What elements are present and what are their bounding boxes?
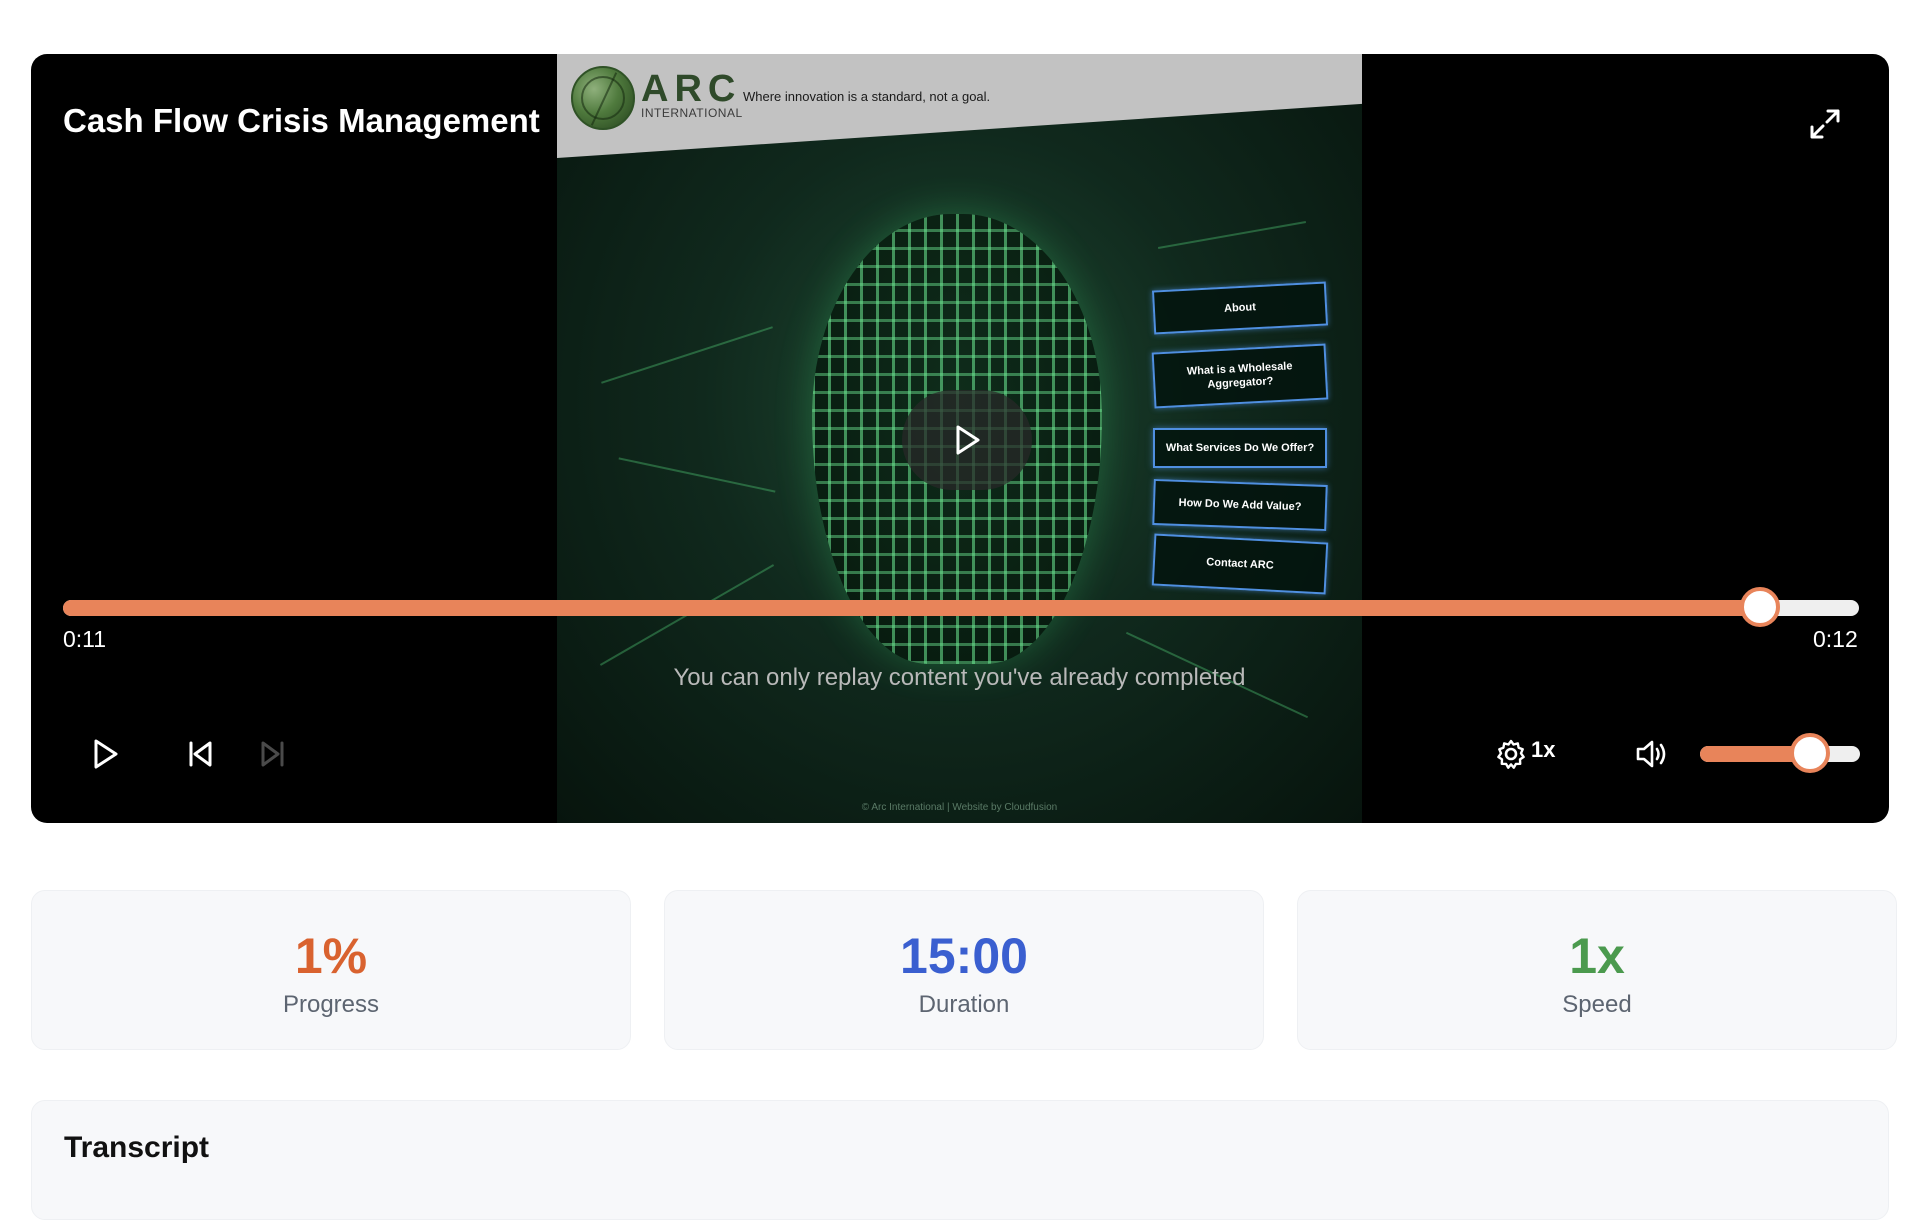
stat-value: 1% xyxy=(294,928,368,984)
play-icon xyxy=(956,425,980,455)
skip-back-icon xyxy=(189,741,212,767)
circuit-line xyxy=(601,326,773,384)
play-icon xyxy=(94,739,118,769)
replay-notice: You can only replay content you've alrea… xyxy=(673,664,1246,691)
previous-button[interactable] xyxy=(176,730,224,778)
circuit-line xyxy=(618,457,776,493)
logo-subtitle: INTERNATIONAL xyxy=(641,106,743,120)
stat-value: 15:00 xyxy=(900,928,1028,984)
expand-icon xyxy=(1810,109,1840,139)
circuit-line xyxy=(1157,220,1307,250)
total-time: 0:12 xyxy=(1813,626,1858,652)
volume-button[interactable] xyxy=(1631,734,1673,774)
video-title: Cash Flow Crisis Management xyxy=(63,102,540,139)
menu-card-wholesale: What is a Wholesale Aggregator? xyxy=(1151,343,1329,409)
video-footer: © Arc International | Website by Cloudfu… xyxy=(861,802,1058,813)
big-play-button[interactable] xyxy=(902,390,1032,490)
menu-card-contact: Contact ARC xyxy=(1151,533,1329,595)
video-tagline: Where innovation is a standard, not a go… xyxy=(743,89,991,104)
settings-button[interactable] xyxy=(1491,734,1531,774)
volume-slider[interactable] xyxy=(1700,733,1860,773)
stat-value: 1x xyxy=(1569,928,1625,984)
stat-label: Speed xyxy=(1562,991,1632,1018)
seek-bar[interactable] xyxy=(63,587,1859,627)
stat-label: Progress xyxy=(282,991,380,1018)
video-player[interactable]: ARC INTERNATIONAL Where innovation is a … xyxy=(31,54,1889,823)
transcript-heading: Transcript xyxy=(64,1131,210,1164)
transcript-panel: Transcript xyxy=(31,1100,1889,1220)
stat-card-duration: 15:00 Duration xyxy=(664,890,1264,1050)
menu-card-value: How Do We Add Value? xyxy=(1152,478,1328,532)
menu-card-about: About xyxy=(1151,281,1329,335)
gear-icon xyxy=(1497,739,1525,769)
volume-slider-thumb[interactable] xyxy=(1790,733,1831,773)
stat-label: Duration xyxy=(918,991,1010,1018)
logo-name: ARC xyxy=(641,68,742,110)
speed-button[interactable]: 1x xyxy=(1531,737,1555,763)
next-button[interactable] xyxy=(249,730,297,778)
fullscreen-button[interactable] xyxy=(1807,106,1843,142)
stat-card-speed: 1x Speed xyxy=(1297,890,1897,1050)
play-button[interactable] xyxy=(81,730,129,778)
volume-icon xyxy=(1636,740,1666,768)
current-time: 0:11 xyxy=(63,626,107,652)
globe-logo-icon xyxy=(571,66,635,130)
skip-forward-icon xyxy=(261,741,284,767)
stat-card-progress: 1% Progress xyxy=(31,890,631,1050)
seek-bar-fill xyxy=(63,600,1761,616)
menu-card-services: What Services Do We Offer? xyxy=(1153,428,1327,468)
seek-bar-thumb[interactable] xyxy=(1740,587,1781,627)
